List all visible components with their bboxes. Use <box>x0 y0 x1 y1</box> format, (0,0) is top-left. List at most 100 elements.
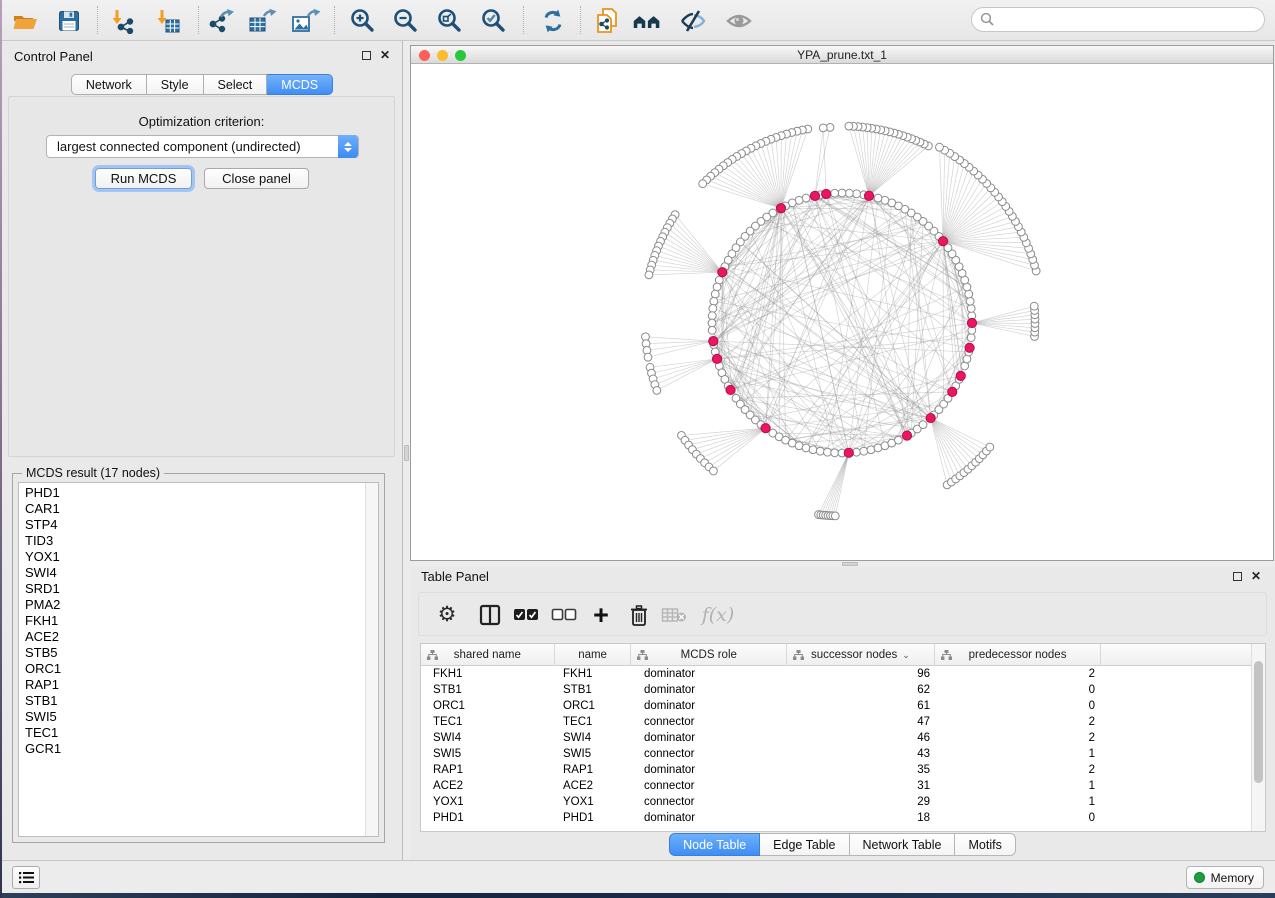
open-session-button[interactable] <box>10 6 40 36</box>
table-cell[interactable]: STB1 <box>555 682 632 698</box>
close-panel-icon[interactable]: ✕ <box>380 50 390 60</box>
table-cell[interactable]: 62 <box>788 682 936 698</box>
table-settings-button[interactable]: ⚙ <box>432 600 462 630</box>
table-cell[interactable]: YOX1 <box>555 794 632 810</box>
tab-network[interactable]: Network <box>71 74 147 95</box>
tab-network-table[interactable]: Network Table <box>850 833 956 856</box>
table-cell[interactable]: connector <box>632 714 788 730</box>
close-window-icon[interactable] <box>419 50 430 61</box>
search-input[interactable] <box>971 7 1265 32</box>
delete-table-button[interactable] <box>659 600 689 630</box>
splitter-grip[interactable] <box>404 445 409 461</box>
table-row[interactable]: YOX1YOX1connector291 <box>421 794 1251 810</box>
table-cell[interactable]: YOX1 <box>421 794 555 810</box>
table-cell[interactable]: 46 <box>788 730 936 746</box>
table-cell[interactable]: 47 <box>788 714 936 730</box>
table-row[interactable]: STB1STB1dominator620 <box>421 682 1251 698</box>
show-all-button[interactable] <box>724 6 754 36</box>
import-network-button[interactable] <box>108 6 138 36</box>
mcds-result-item[interactable]: SWI5 <box>19 709 378 725</box>
table-cell[interactable]: 2 <box>936 762 1103 778</box>
table-cell[interactable]: ACE2 <box>555 778 632 794</box>
column-header-shared-name[interactable]: shared name <box>421 644 555 666</box>
show-panels-button[interactable] <box>12 866 40 889</box>
import-table-button[interactable] <box>153 6 183 36</box>
table-cell[interactable]: SWI4 <box>555 730 632 746</box>
tab-motifs[interactable]: Motifs <box>955 833 1015 856</box>
table-cell[interactable]: RAP1 <box>421 762 555 778</box>
mcds-result-item[interactable]: FKH1 <box>19 613 378 629</box>
float-panel-icon[interactable] <box>1233 572 1242 581</box>
table-cell[interactable]: 61 <box>788 698 936 714</box>
scrollbar-thumb[interactable] <box>1254 661 1263 783</box>
vertical-splitter[interactable] <box>403 41 410 860</box>
splitter-grip[interactable] <box>842 562 858 566</box>
table-row[interactable]: ACE2ACE2connector311 <box>421 778 1251 794</box>
table-cell[interactable]: RAP1 <box>555 762 632 778</box>
mcds-result-item[interactable]: ACE2 <box>19 629 378 645</box>
mcds-result-item[interactable]: TEC1 <box>19 725 378 741</box>
network-canvas[interactable] <box>411 65 1273 560</box>
mcds-result-item[interactable]: ORC1 <box>19 661 378 677</box>
mcds-result-list[interactable]: PHD1CAR1STP4TID3YOX1SWI4SRD1PMA2FKH1ACE2… <box>18 482 379 837</box>
table-cell[interactable]: 2 <box>936 666 1103 682</box>
zoom-out-button[interactable] <box>391 6 421 36</box>
function-builder-button[interactable]: f(x) <box>697 600 739 630</box>
table-cell[interactable]: 0 <box>936 698 1103 714</box>
tab-node-table[interactable]: Node Table <box>669 833 760 856</box>
table-cell[interactable]: ACE2 <box>421 778 555 794</box>
table-cell[interactable]: 35 <box>788 762 936 778</box>
table-row[interactable]: ORC1ORC1dominator610 <box>421 698 1251 714</box>
mcds-result-item[interactable]: SRD1 <box>19 581 378 597</box>
export-image-button[interactable] <box>290 6 320 36</box>
zoom-fit-button[interactable] <box>435 6 465 36</box>
mcds-result-item[interactable]: YOX1 <box>19 549 378 565</box>
tab-edge-table[interactable]: Edge Table <box>760 833 849 856</box>
float-panel-icon[interactable] <box>362 51 371 60</box>
table-cell[interactable]: 18 <box>788 810 936 826</box>
refresh-layout-button[interactable] <box>538 6 568 36</box>
table-cell[interactable]: TEC1 <box>421 714 555 730</box>
export-network-button[interactable] <box>206 6 236 36</box>
tab-select[interactable]: Select <box>204 74 268 95</box>
table-cell[interactable]: 2 <box>936 714 1103 730</box>
table-cell[interactable]: 96 <box>788 666 936 682</box>
show-columns-button[interactable] <box>475 600 505 630</box>
close-panel-icon[interactable]: ✕ <box>1251 571 1261 581</box>
table-cell[interactable]: 2 <box>936 730 1103 746</box>
table-cell[interactable]: TEC1 <box>555 714 632 730</box>
table-cell[interactable]: dominator <box>632 730 788 746</box>
save-session-button[interactable] <box>54 6 84 36</box>
table-cell[interactable]: dominator <box>632 682 788 698</box>
table-cell[interactable]: SWI4 <box>421 730 555 746</box>
table-cell[interactable]: dominator <box>632 698 788 714</box>
table-cell[interactable]: 1 <box>936 778 1103 794</box>
optimization-criterion-select[interactable]: largest connected component (undirected) <box>46 135 359 158</box>
table-cell[interactable]: FKH1 <box>555 666 632 682</box>
column-header-successor-nodes[interactable]: successor nodes⌄ <box>787 644 935 666</box>
table-row[interactable]: RAP1RAP1dominator352 <box>421 762 1251 778</box>
minimize-window-icon[interactable] <box>437 50 448 61</box>
mcds-result-item[interactable]: STB5 <box>19 645 378 661</box>
tab-style[interactable]: Style <box>147 74 204 95</box>
column-header-MCDS-role[interactable]: MCDS role <box>631 644 787 666</box>
first-neighbors-button[interactable] <box>632 6 662 36</box>
zoom-selected-button[interactable] <box>479 6 509 36</box>
table-cell[interactable]: dominator <box>632 762 788 778</box>
table-cell[interactable]: ORC1 <box>421 698 555 714</box>
mcds-result-item[interactable]: GCR1 <box>19 741 378 757</box>
table-cell[interactable]: 0 <box>936 682 1103 698</box>
table-cell[interactable]: 31 <box>788 778 936 794</box>
network-window-titlebar[interactable]: YPA_prune.txt_1 <box>411 46 1273 64</box>
table-cell[interactable]: connector <box>632 746 788 762</box>
mcds-result-item[interactable]: PHD1 <box>19 483 378 501</box>
mcds-result-item[interactable]: RAP1 <box>19 677 378 693</box>
mcds-result-item[interactable]: PMA2 <box>19 597 378 613</box>
table-cell[interactable]: dominator <box>632 810 788 826</box>
table-cell[interactable]: 1 <box>936 746 1103 762</box>
close-panel-button[interactable]: Close panel <box>204 168 309 189</box>
mcds-result-item[interactable]: CAR1 <box>19 501 378 517</box>
export-table-button[interactable] <box>247 6 277 36</box>
tab-mcds[interactable]: MCDS <box>267 74 333 95</box>
zoom-in-button[interactable] <box>348 6 378 36</box>
